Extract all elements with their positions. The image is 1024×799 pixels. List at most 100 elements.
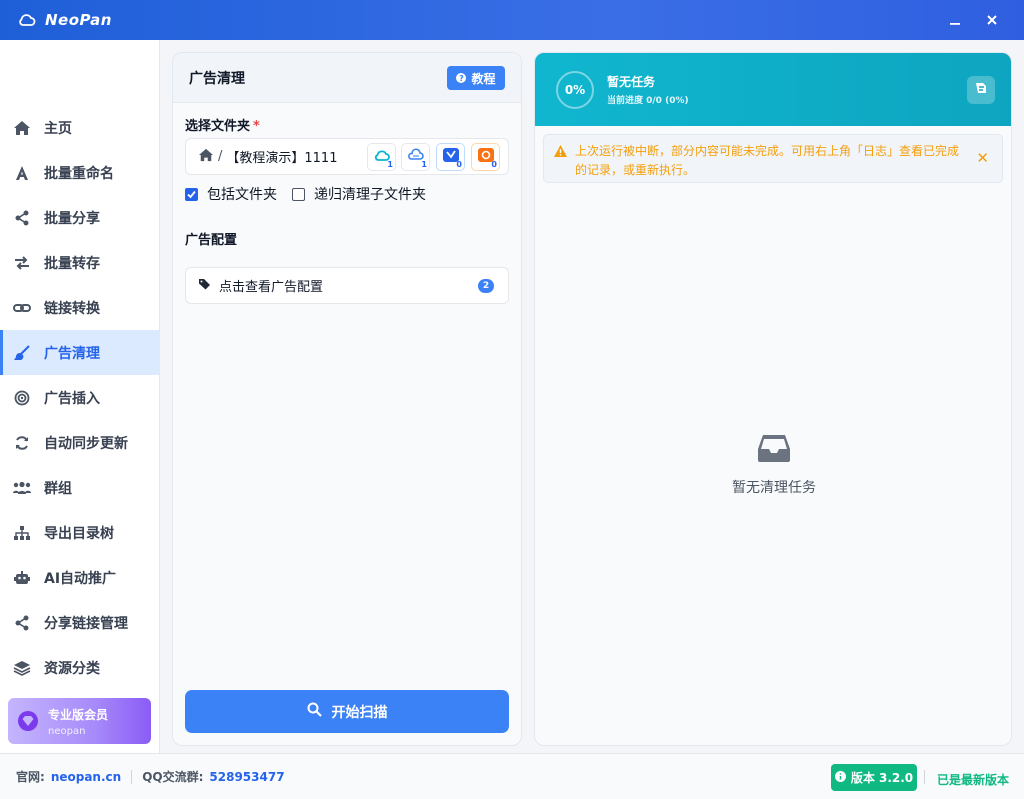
qq-label: QQ交流群:: [142, 770, 204, 784]
warning-icon: [554, 145, 567, 161]
ad-config-link[interactable]: 点击查看广告配置 2: [185, 267, 509, 304]
tutorial-button[interactable]: ? 教程: [447, 66, 505, 90]
close-icon[interactable]: ✕: [976, 149, 989, 167]
ad-config-count-badge: 2: [478, 279, 494, 293]
sitemap-icon: [12, 523, 32, 543]
minimize-button[interactable]: [942, 8, 968, 32]
sidebar-item-share-links[interactable]: 分享链接管理: [0, 600, 159, 645]
required-mark: *: [253, 119, 260, 134]
scan-button-label: 开始扫描: [331, 704, 388, 721]
empty-state: 暂无清理任务: [535, 433, 1011, 497]
include-folder-option[interactable]: 包括文件夹: [185, 184, 277, 204]
sidebar-item-label: 链接转换: [44, 300, 100, 317]
site-label: 官网:: [16, 770, 45, 784]
sidebar-item-export-tree[interactable]: 导出目录树: [0, 510, 159, 555]
sidebar-item-label: AI自动推广: [44, 570, 117, 587]
include-folder-checkbox[interactable]: [185, 187, 198, 201]
sidebar-item-label: 批量转存: [44, 255, 100, 272]
log-icon: [974, 82, 988, 98]
cloud-drive-2-button[interactable]: 1: [401, 143, 430, 171]
folder-path: 【教程演示】1111: [226, 151, 338, 166]
close-button[interactable]: [979, 8, 1005, 32]
recursive-checkbox[interactable]: [292, 187, 305, 201]
question-icon: ?: [456, 73, 467, 83]
start-scan-button[interactable]: 开始扫描: [185, 690, 509, 733]
task-title: 暂无任务: [607, 75, 656, 89]
include-folder-label: 包括文件夹: [207, 187, 277, 203]
warning-text: 上次运行被中断，部分内容可能未完成。可用右上角「日志」查看已完成的记录，或重新执…: [575, 144, 960, 177]
latest-version-text: 已是最新版本: [936, 773, 1009, 787]
users-icon: [12, 478, 32, 498]
ad-cleanup-panel: 广告清理 ? 教程 选择文件夹 * / 【教程演示】1111 1 1 0 0 包括…: [172, 52, 522, 746]
sidebar-item-label: 群组: [44, 480, 72, 497]
progress-ring: 0%: [556, 70, 594, 109]
interrupted-warning: 上次运行被中断，部分内容可能未完成。可用右上角「日志」查看已完成的记录，或重新执…: [543, 134, 1003, 183]
empty-text: 暂无清理任务: [732, 480, 816, 496]
version-badge[interactable]: 版本 3.2.0: [831, 764, 917, 791]
path-separator: /: [218, 149, 223, 164]
panel-title: 广告清理: [189, 70, 245, 87]
sidebar-item-batch-rename[interactable]: 批量重命名: [0, 150, 159, 195]
sidebar-item-ad-insert[interactable]: 广告插入: [0, 375, 159, 420]
sidebar-item-label: 自动同步更新: [44, 435, 128, 452]
cloud-count: 0: [456, 160, 462, 169]
log-button[interactable]: [967, 76, 995, 104]
sidebar-item-batch-transfer[interactable]: 批量转存: [0, 240, 159, 285]
cloud-drive-3-button[interactable]: 0: [436, 143, 465, 171]
sync-icon: [12, 433, 32, 453]
tutorial-label: 教程: [471, 71, 496, 86]
sidebar-item-batch-share[interactable]: 批量分享: [0, 195, 159, 240]
divider: [131, 769, 133, 784]
cloud-logo-icon: [18, 11, 36, 29]
cloud-count: 1: [421, 160, 427, 169]
link-icon: [12, 298, 32, 318]
tags-icon: [198, 278, 212, 294]
task-panel: 0% 暂无任务 当前进度 0/0 (0%) 上次运行被中断，部分内容可能未完成。…: [534, 52, 1012, 746]
transfer-icon: [12, 253, 32, 273]
qq-group-link[interactable]: 528953477: [209, 770, 284, 784]
sidebar-item-label: 资源分类: [44, 660, 100, 677]
ad-config-link-text: 点击查看广告配置: [219, 280, 324, 295]
pro-title: 专业版会员: [48, 707, 109, 722]
cloud-drive-1-button[interactable]: 1: [367, 143, 396, 171]
folder-selector[interactable]: / 【教程演示】1111 1 1 0 0: [185, 138, 509, 175]
sidebar-item-ad-cleanup[interactable]: 广告清理: [0, 330, 159, 375]
app-title: NeoPan: [45, 11, 112, 29]
sidebar-item-label: 批量重命名: [44, 165, 114, 182]
share-icon: [12, 208, 32, 228]
info-icon: [834, 770, 846, 785]
search-icon: [307, 702, 322, 721]
sidebar-item-auto-sync[interactable]: 自动同步更新: [0, 420, 159, 465]
sidebar-item-label: 分享链接管理: [44, 615, 128, 632]
task-progress: 当前进度 0/0 (0%): [607, 96, 689, 106]
site-link[interactable]: neopan.cn: [51, 770, 121, 784]
sidebar-item-ai-promote[interactable]: AI自动推广: [0, 555, 159, 600]
share-icon: [12, 613, 32, 633]
ad-config-label: 广告配置: [185, 233, 238, 248]
gem-icon: [18, 711, 38, 731]
home-icon: [12, 118, 32, 138]
robot-icon: [12, 568, 32, 588]
home-icon[interactable]: [198, 148, 214, 166]
recursive-label: 递归清理子文件夹: [314, 187, 426, 203]
pro-membership-card[interactable]: 专业版会员 neopan: [8, 698, 151, 744]
title-bar: NeoPan: [0, 0, 1024, 40]
task-status-header: 0% 暂无任务 当前进度 0/0 (0%): [535, 53, 1011, 126]
recursive-option[interactable]: 递归清理子文件夹: [292, 184, 426, 204]
panel-header: 广告清理 ? 教程: [173, 53, 521, 103]
cloud-count: 1: [387, 160, 393, 169]
sidebar-item-link-convert[interactable]: 链接转换: [0, 285, 159, 330]
pro-subtitle: neopan: [48, 725, 86, 737]
folder-label-text: 选择文件夹: [185, 119, 251, 134]
status-bar: 官网: neopan.cn QQ交流群: 528953477 版本 3.2.0 …: [0, 753, 1024, 799]
sidebar-item-label: 批量分享: [44, 210, 100, 227]
cloud-drive-4-button[interactable]: 0: [471, 143, 500, 171]
sidebar-item-resource-category[interactable]: 资源分类: [0, 645, 159, 690]
sidebar-item-home[interactable]: 主页: [0, 105, 159, 150]
broom-icon: [12, 343, 32, 363]
sidebar-item-label: 广告清理: [44, 345, 100, 362]
target-icon: [12, 388, 32, 408]
version-text: 版本 3.2.0: [850, 771, 914, 785]
sidebar-item-groups[interactable]: 群组: [0, 465, 159, 510]
sidebar: 主页 批量重命名 批量分享 批量转存 链接转换 广告清理 广告插入 自动同步更新…: [0, 40, 160, 753]
